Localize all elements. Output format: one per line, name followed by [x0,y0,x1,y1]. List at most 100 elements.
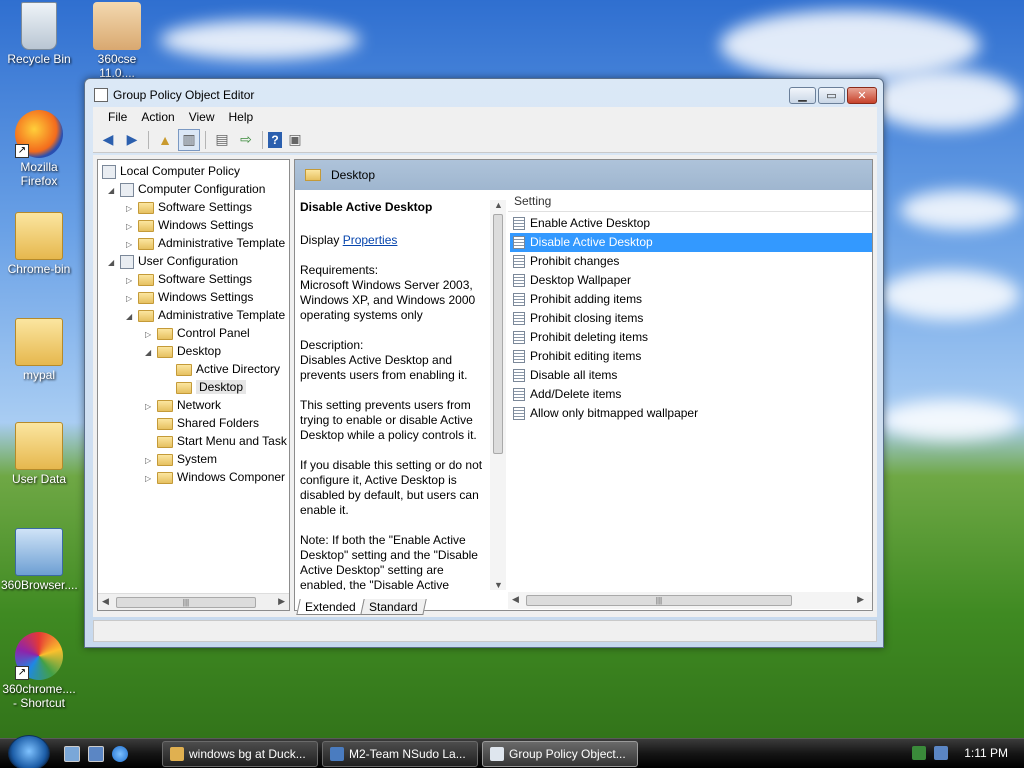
scroll-thumb[interactable]: ||| [526,595,792,606]
toolbar: ◀ ▶ ▲ ▥ ▤ ⇨ ? ▣ [93,127,877,153]
help-icon[interactable]: ? [268,131,282,148]
title-bar[interactable]: Group Policy Object Editor ▁ ▭ ✕ [85,79,883,109]
list-item[interactable]: Prohibit closing items [510,309,872,328]
desktop-icon-360browser[interactable]: 360Browser.... [1,528,78,592]
tree-item-network[interactable]: ▷ Network [145,396,221,414]
switch-windows-icon[interactable] [88,746,104,762]
firefox-icon: ↗ [15,110,63,158]
folder-icon [305,169,321,181]
list-item[interactable]: Prohibit adding items [510,290,872,309]
scroll-thumb[interactable] [493,214,503,454]
toolbar-separator [205,130,206,149]
list-item-selected[interactable]: Disable Active Desktop [510,233,872,252]
installer-box-icon [93,2,141,50]
tree-item-system[interactable]: ▷ System [145,450,217,468]
show-desktop-icon[interactable] [64,746,80,762]
scroll-right-icon[interactable]: ▶ [278,596,285,607]
tree-item-active-directory[interactable]: Active Directory [176,360,280,378]
tree-item-start-menu[interactable]: Start Menu and Task [157,432,287,450]
list-item[interactable]: Prohibit deleting items [510,328,872,347]
details-pane: Desktop Disable Active Desktop Display P… [294,159,873,611]
desktop-icon-recycle-bin[interactable]: Recycle Bin [1,2,77,66]
desktop-icon-mypal[interactable]: mypal [1,318,77,382]
properties-icon[interactable]: ▤ [211,129,233,151]
list-horizontal-scrollbar[interactable]: ◀ ||| ▶ [508,592,872,609]
list-item[interactable]: Desktop Wallpaper [510,271,872,290]
close-button[interactable]: ✕ [847,87,877,104]
tree-item-windows-components[interactable]: ▷ Windows Componer [145,468,285,486]
back-arrow-icon[interactable]: ◀ [97,129,119,151]
tree-item-control-panel[interactable]: ▷ Control Panel [145,324,250,342]
collapse-triangle-icon[interactable]: ◢ [108,182,120,200]
minimize-button[interactable]: ▁ [789,87,816,104]
tree-item-user-configuration[interactable]: ◢ User Configuration [108,252,238,270]
expand-triangle-icon[interactable]: ▷ [145,470,157,488]
task-group-policy[interactable]: Group Policy Object... [482,741,638,767]
list-item[interactable]: Disable all items [510,366,872,385]
list-item[interactable]: Prohibit changes [510,252,872,271]
tree-horizontal-scrollbar[interactable]: ◀ ||| ▶ [98,593,289,610]
tree-item-shared-folders[interactable]: Shared Folders [157,414,259,432]
folder-icon [157,435,173,448]
tree-item-uc-software-settings[interactable]: ▷ Software Settings [126,270,252,288]
list-item[interactable]: Allow only bitmapped wallpaper [510,404,872,423]
export-list-icon[interactable]: ⇨ [235,129,257,151]
menu-help[interactable]: Help [222,107,261,127]
scroll-left-icon[interactable]: ◀ [102,596,109,607]
menu-action[interactable]: Action [134,107,181,127]
tree-item-uc-admin-templates[interactable]: ◢ Administrative Template [126,306,285,324]
tree-item-desktop-selected[interactable]: Desktop [176,378,247,396]
tree-item-uc-windows-settings[interactable]: ▷ Windows Settings [126,288,253,306]
tree-view[interactable]: Local Computer Policy ◢ Computer Configur… [97,159,290,611]
list-item[interactable]: Add/Delete items [510,385,872,404]
list-item[interactable]: Enable Active Desktop [510,214,872,233]
tree-item-desktop[interactable]: ◢ Desktop [145,342,221,360]
tree-item-local-computer-policy[interactable]: Local Computer Policy [102,162,240,180]
desktop-icon-360cse[interactable]: 360cse 11.0.... [79,2,155,80]
tab-extended[interactable]: Extended [296,599,365,615]
tree-item-cc-windows-settings[interactable]: ▷ Windows Settings [126,216,253,234]
column-header-setting[interactable]: Setting [508,190,872,212]
scroll-up-icon[interactable]: ▲ [494,200,503,210]
desktop-icon-chrome-bin[interactable]: Chrome-bin [1,212,77,276]
desktop-icon-360chrome-shortcut[interactable]: ↗ 360chrome.... - Shortcut [1,632,77,710]
list-item[interactable]: Prohibit editing items [510,347,872,366]
menu-view[interactable]: View [182,107,222,127]
scroll-thumb[interactable]: ||| [116,597,256,608]
scroll-right-icon[interactable]: ▶ [857,594,864,605]
console-icon[interactable]: ▣ [284,129,306,151]
task-duckduckgo[interactable]: windows bg at Duck... [162,741,318,767]
folder-icon [138,291,154,304]
tree-item-cc-admin-templates[interactable]: ▷ Administrative Template [126,234,285,252]
collapse-triangle-icon[interactable]: ◢ [126,308,138,326]
scroll-down-icon[interactable]: ▼ [494,580,503,590]
internet-explorer-icon[interactable] [112,746,128,762]
task-nsudo[interactable]: M2-Team NSudo La... [322,741,478,767]
open-folder-icon [176,381,192,394]
scroll-left-icon[interactable]: ◀ [512,594,519,605]
network-icon[interactable] [934,746,948,760]
collapse-triangle-icon[interactable]: ◢ [145,344,157,362]
start-button[interactable] [8,735,50,768]
desktop-icon-user-data[interactable]: User Data [1,422,77,486]
tree-item-computer-configuration[interactable]: ◢ Computer Configuration [108,180,265,198]
system-tray: 1:11 PM [904,739,1024,768]
tree-item-cc-software-settings[interactable]: ▷ Software Settings [126,198,252,216]
forward-arrow-icon[interactable]: ▶ [121,129,143,151]
up-folder-icon[interactable]: ▲ [154,129,176,151]
folder-icon [157,417,173,430]
expand-triangle-icon[interactable]: ▷ [145,398,157,416]
show-hide-tree-icon[interactable]: ▥ [178,128,200,151]
desktop-icon-firefox[interactable]: ↗ Mozilla Firefox [1,110,77,188]
description-vertical-scrollbar[interactable]: ▲ ▼ [490,200,506,590]
menu-file[interactable]: File [101,107,134,127]
collapse-triangle-icon[interactable]: ◢ [108,254,120,272]
clock[interactable]: 1:11 PM [964,746,1008,760]
browser-icon [15,528,63,576]
setting-icon [513,236,525,250]
status-bar [93,620,877,642]
maximize-button[interactable]: ▭ [818,87,845,104]
tray-app-icon[interactable] [912,746,926,760]
properties-link[interactable]: Properties [343,233,398,247]
tab-standard[interactable]: Standard [360,599,427,615]
